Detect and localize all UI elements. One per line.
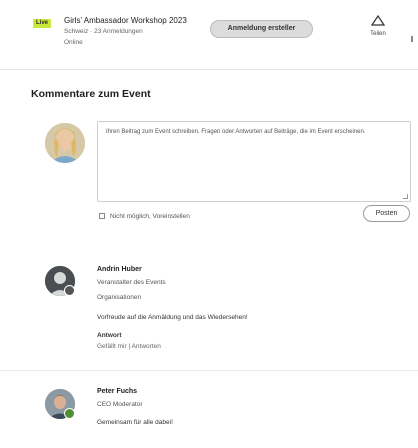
live-badge: Live: [33, 19, 51, 28]
more-options-edge[interactable]: [411, 36, 413, 42]
commenter-name[interactable]: Peter Fuchs: [97, 388, 137, 395]
section-title: Kommentare zum Event: [31, 88, 151, 100]
notify-label: Nicht möglich, Voreinstellen: [110, 213, 190, 220]
post-button[interactable]: Posten: [363, 205, 410, 222]
comment-input[interactable]: Ihren Beitrag zum Event schreiben. Frage…: [97, 121, 411, 202]
share-button[interactable]: Teilen: [358, 14, 398, 48]
comment-text: Gemeinsam für alle dabei!: [97, 419, 173, 426]
commenter-org: Organisationen: [97, 294, 142, 301]
commenter-name[interactable]: Andrin Huber: [97, 266, 142, 273]
share-arrow-icon: [371, 14, 385, 26]
share-label: Teilen: [370, 31, 386, 37]
notify-option[interactable]: Nicht möglich, Voreinstellen: [99, 213, 190, 220]
avatar-photo-icon: [45, 123, 85, 163]
like-action[interactable]: Gefällt mir: [97, 343, 127, 350]
comment-actions: Gefällt mir | Antworten: [97, 343, 161, 350]
event-title[interactable]: Girls' Ambassador Workshop 2023: [64, 16, 187, 25]
event-header: Live Girls' Ambassador Workshop 2023 Sch…: [0, 0, 418, 70]
reply-action[interactable]: Antworten: [132, 343, 161, 350]
event-subtitle: Schweiz · 23 Anmeldungen: [64, 28, 143, 35]
current-user-avatar: [45, 123, 85, 163]
commenter-role: Veranstalter des Events: [97, 279, 166, 286]
comment-reply-title[interactable]: Antwort: [97, 332, 122, 339]
commenter-role: CEO Moderator: [97, 401, 143, 408]
event-meta: Online: [64, 39, 83, 46]
resize-handle[interactable]: [403, 194, 408, 199]
comment-text: Vorfreude auf die Anmäldung und das Wied…: [97, 314, 248, 321]
commenter-status-icon: [64, 408, 75, 419]
registration-button[interactable]: Anmeldung ersteller: [210, 20, 313, 38]
notify-checkbox[interactable]: [99, 213, 105, 219]
comment-divider: [0, 370, 418, 371]
commenter-status-icon: [64, 285, 75, 296]
comment-input-text: Ihren Beitrag zum Event schreiben. Frage…: [106, 129, 366, 135]
